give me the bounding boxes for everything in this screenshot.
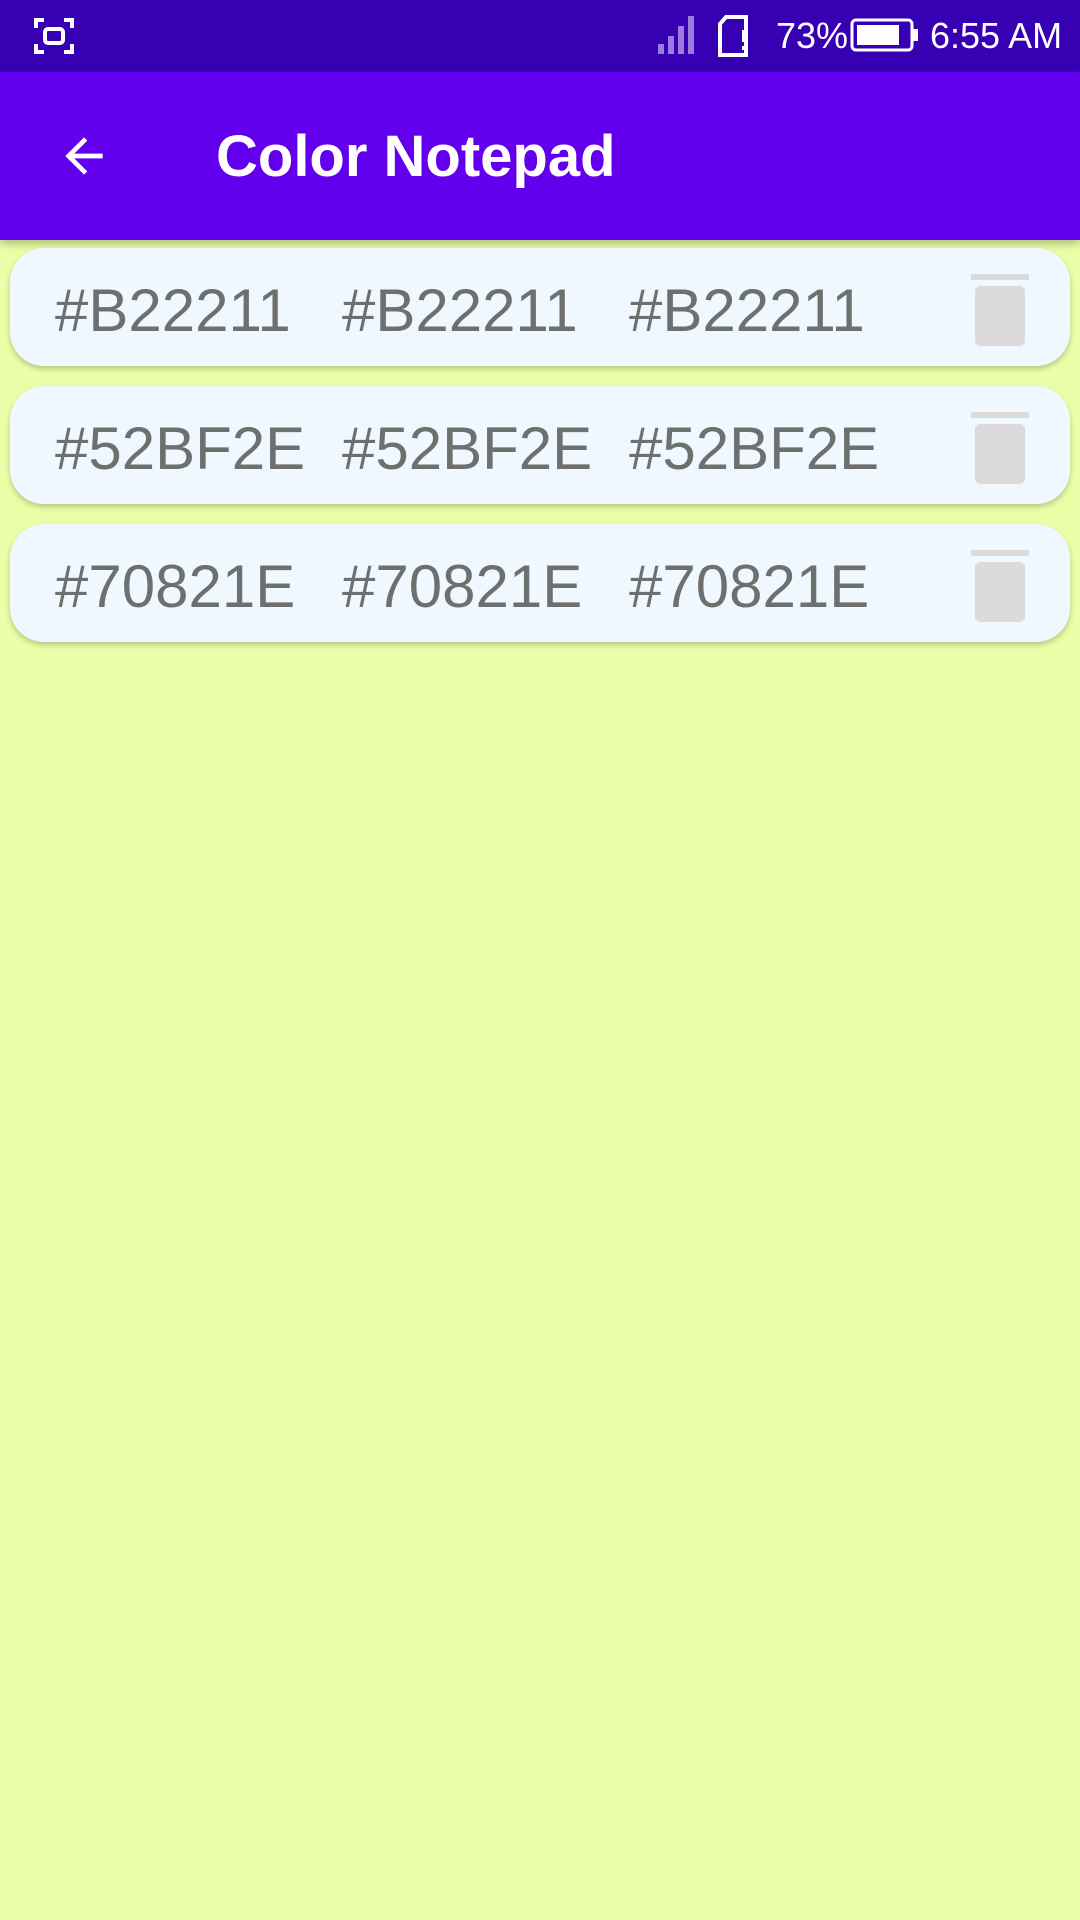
color-code: #52BF2E <box>629 415 880 482</box>
color-code: #B22211 <box>342 277 578 344</box>
color-note-card[interactable]: #52BF2E #52BF2E #52BF2E <box>10 386 1070 504</box>
arrow-back-icon <box>65 137 103 175</box>
sim-card-icon <box>718 15 748 57</box>
color-code: #52BF2E <box>55 415 306 482</box>
delete-button[interactable] <box>960 408 1040 488</box>
app-bar: Color Notepad <box>0 72 1080 240</box>
status-bar: 73% 6:55 AM <box>0 0 1080 72</box>
signal-icon <box>658 16 694 54</box>
delete-button[interactable] <box>960 270 1040 350</box>
color-code: #52BF2E <box>342 415 593 482</box>
battery-icon <box>850 18 918 52</box>
battery-percentage: 73% <box>776 15 849 56</box>
color-code: #B22211 <box>55 277 291 344</box>
color-code: #70821E <box>629 553 870 620</box>
status-time: 6:55 AM <box>930 15 1063 56</box>
page-title: Color Notepad <box>216 124 616 189</box>
delete-button[interactable] <box>960 546 1040 626</box>
trash-icon <box>971 550 1029 622</box>
color-code: #70821E <box>55 553 296 620</box>
color-code: #B22211 <box>629 277 865 344</box>
color-note-card[interactable]: #70821E #70821E #70821E <box>10 524 1070 642</box>
screenshot-icon <box>34 18 74 54</box>
trash-icon <box>971 412 1029 484</box>
color-code: #70821E <box>342 553 583 620</box>
back-button[interactable] <box>40 112 128 200</box>
trash-icon <box>971 274 1029 346</box>
color-note-card[interactable]: #B22211 #B22211 #B22211 <box>10 248 1070 366</box>
